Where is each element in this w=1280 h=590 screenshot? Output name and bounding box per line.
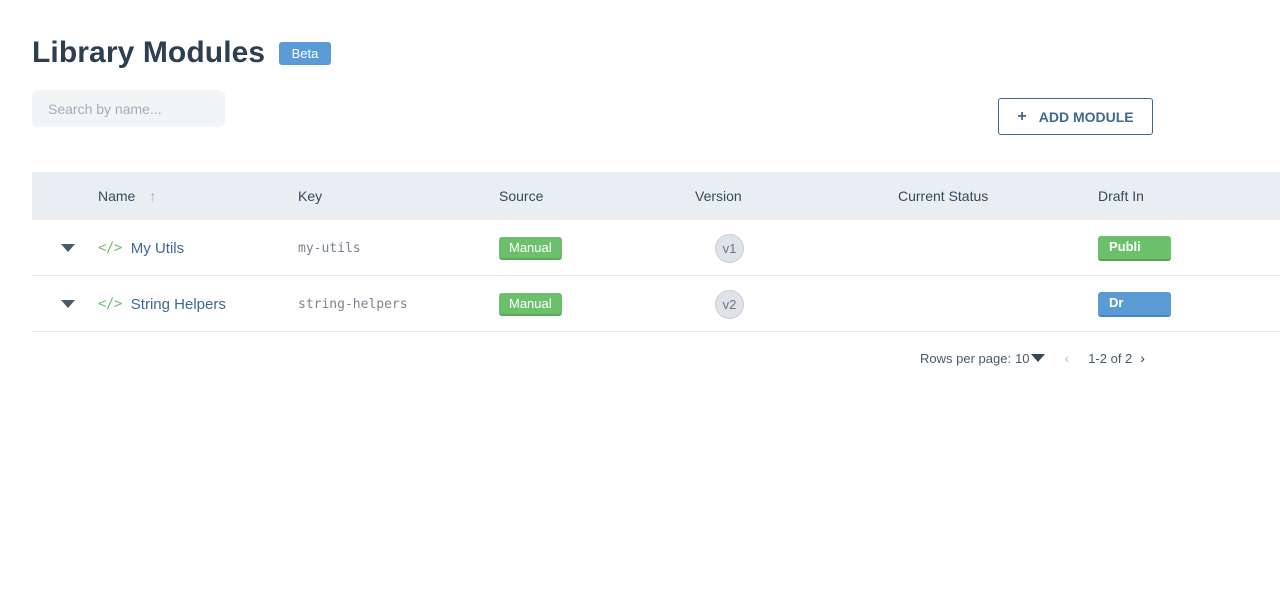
search-input[interactable] bbox=[32, 90, 225, 127]
table-row: </> String Helpers string-helpers Manual… bbox=[32, 276, 1280, 332]
page-range: 1-2 of 2 bbox=[1088, 350, 1133, 366]
table-row: </> My Utils my-utils Manual v1 Publi bbox=[32, 220, 1280, 276]
expand-row-icon[interactable] bbox=[61, 244, 75, 252]
previous-page-icon[interactable]: ‹ bbox=[1065, 350, 1070, 366]
next-page-icon[interactable]: › bbox=[1140, 350, 1145, 366]
sort-ascending-icon[interactable]: ↑ bbox=[149, 188, 156, 204]
column-name-label: Name bbox=[98, 188, 136, 204]
column-header-key[interactable]: Key bbox=[298, 172, 322, 220]
add-module-label: ADD MODULE bbox=[1038, 108, 1134, 125]
source-tag: Manual bbox=[499, 236, 562, 260]
module-key: string-helpers bbox=[298, 296, 408, 312]
rows-per-page-value: 10 bbox=[1015, 350, 1030, 366]
column-header-source[interactable]: Source bbox=[499, 172, 543, 220]
table-header: Name ↑ Key Source Version Current Status … bbox=[32, 172, 1280, 220]
page-title: Library Modules bbox=[32, 36, 266, 69]
module-name-link[interactable]: String Helpers bbox=[131, 296, 226, 313]
plus-icon: + bbox=[1017, 107, 1027, 125]
column-header-draft-in[interactable]: Draft In bbox=[1098, 172, 1144, 220]
draft-in-status-button[interactable]: Publi bbox=[1098, 235, 1171, 261]
source-tag: Manual bbox=[499, 292, 562, 316]
chevron-down-icon bbox=[1030, 354, 1045, 362]
rows-per-page-select[interactable]: 10 bbox=[1015, 350, 1045, 366]
module-name-link[interactable]: My Utils bbox=[131, 240, 184, 257]
add-module-button[interactable]: + ADD MODULE bbox=[998, 98, 1153, 135]
column-header-current-status[interactable]: Current Status bbox=[898, 172, 988, 220]
rows-per-page-label: Rows per page: bbox=[920, 350, 1012, 366]
column-header-version[interactable]: Version bbox=[695, 172, 742, 220]
version-pill: v2 bbox=[715, 289, 744, 319]
column-header-name[interactable]: Name ↑ bbox=[98, 172, 156, 220]
code-icon: </> bbox=[98, 240, 122, 256]
pagination: Rows per page: 10 ‹ 1-2 of 2 › bbox=[920, 349, 1145, 367]
modules-table: Name ↑ Key Source Version Current Status … bbox=[32, 172, 1280, 332]
module-key: my-utils bbox=[298, 240, 361, 256]
expand-row-icon[interactable] bbox=[61, 300, 75, 308]
beta-badge: Beta bbox=[279, 42, 331, 65]
code-icon: </> bbox=[98, 296, 122, 312]
version-pill: v1 bbox=[715, 233, 744, 263]
draft-in-status-button[interactable]: Dr bbox=[1098, 291, 1171, 317]
